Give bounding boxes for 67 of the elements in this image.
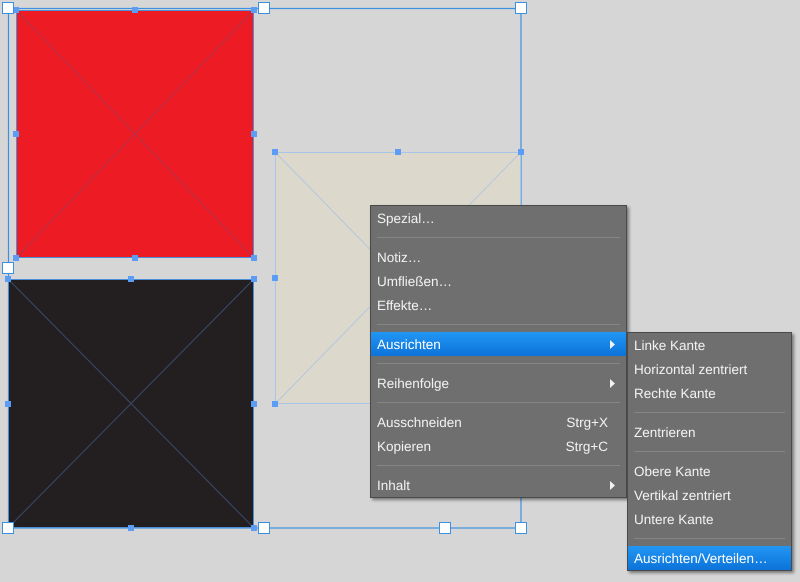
menu-item-label: Ausrichten xyxy=(377,336,442,352)
resize-handle[interactable] xyxy=(258,2,270,14)
shortcut-label: Strg+C xyxy=(566,438,608,454)
submenu-arrow-icon xyxy=(610,480,615,490)
selection-handle[interactable] xyxy=(251,131,257,137)
menu-item[interactable]: Kopieren Strg+C xyxy=(371,434,626,458)
submenu-arrow-icon xyxy=(610,340,615,348)
menu-item-label: Kopieren xyxy=(377,438,432,454)
selection-handle[interactable] xyxy=(251,7,257,13)
menu-item-label: Inhalt xyxy=(377,478,412,492)
shortcut-label: Strg+X xyxy=(566,414,608,430)
selection-handle[interactable] xyxy=(251,255,257,261)
submenu-arrow-icon xyxy=(610,378,615,388)
menu-item-label: Vertikal zentriert xyxy=(634,488,732,502)
menu-item[interactable]: Spezial… xyxy=(371,206,626,230)
selection-handle[interactable] xyxy=(5,401,11,407)
menu-item[interactable]: Vertikal zentriert xyxy=(628,483,791,507)
selection-handle[interactable] xyxy=(251,276,257,282)
selection-handle[interactable] xyxy=(13,255,19,261)
menu-item[interactable]: Zentrieren xyxy=(628,420,791,444)
image-frame[interactable] xyxy=(8,278,254,528)
resize-handle[interactable] xyxy=(2,262,14,274)
selection-handle[interactable] xyxy=(13,131,19,137)
menu-item[interactable]: Untere Kante xyxy=(628,507,791,531)
menu-item-label: Rechte Kante xyxy=(634,386,717,400)
resize-handle[interactable] xyxy=(515,2,527,14)
resize-handle[interactable] xyxy=(2,2,14,14)
selection-handle[interactable] xyxy=(518,149,524,155)
selection-handle[interactable] xyxy=(128,525,134,531)
selection-handle[interactable] xyxy=(132,255,138,261)
selection-handle[interactable] xyxy=(5,276,11,282)
menu-item-label: Spezial… xyxy=(377,210,436,226)
menu-item-label: Horizontal zentriert xyxy=(634,362,748,376)
selection-handle[interactable] xyxy=(272,401,278,407)
menu-item-label: Ausrichten/Verteilen… xyxy=(634,550,769,566)
menu-item[interactable]: Linke Kante xyxy=(628,333,791,357)
menu-item-label: Zentrieren xyxy=(634,424,697,440)
menu-item-label: Effekte… xyxy=(377,298,434,312)
resize-handle[interactable] xyxy=(258,522,270,534)
menu-item[interactable]: Reihenfolge xyxy=(371,371,626,395)
menu-item-label: Notiz… xyxy=(377,250,422,264)
resize-handle[interactable] xyxy=(2,522,14,534)
selection-handle[interactable] xyxy=(395,149,401,155)
menu-item-label: Ausschneiden xyxy=(377,414,463,430)
menu-item[interactable]: Notiz… xyxy=(371,245,626,269)
menu-item-label: Obere Kante xyxy=(634,464,712,478)
menu-item[interactable]: Ausrichten xyxy=(371,332,626,356)
menu-item[interactable]: Obere Kante xyxy=(628,459,791,483)
menu-item-label: Linke Kante xyxy=(634,338,706,352)
resize-handle[interactable] xyxy=(515,522,527,534)
selection-handle[interactable] xyxy=(132,7,138,13)
resize-handle[interactable] xyxy=(439,522,451,534)
menu-item[interactable]: Effekte… xyxy=(371,293,626,317)
menu-item[interactable]: Inhalt xyxy=(371,473,626,497)
selection-handle[interactable] xyxy=(272,149,278,155)
menu-item[interactable]: Rechte Kante xyxy=(628,381,791,405)
selection-handle[interactable] xyxy=(251,525,257,531)
menu-item-label: Untere Kante xyxy=(634,512,715,526)
selection-handle[interactable] xyxy=(251,401,257,407)
menu-item-label: Reihenfolge xyxy=(377,376,450,390)
menu-item-label: Umfließen… xyxy=(377,274,454,288)
selection-handle[interactable] xyxy=(272,275,278,281)
menu-item[interactable]: Horizontal zentriert xyxy=(628,357,791,381)
menu-item[interactable]: Ausrichten/Verteilen… xyxy=(628,546,791,570)
menu-item[interactable]: Ausschneiden Strg+X xyxy=(371,410,626,434)
selection-handle[interactable] xyxy=(128,276,134,282)
menu-item[interactable]: Umfließen… xyxy=(371,269,626,293)
